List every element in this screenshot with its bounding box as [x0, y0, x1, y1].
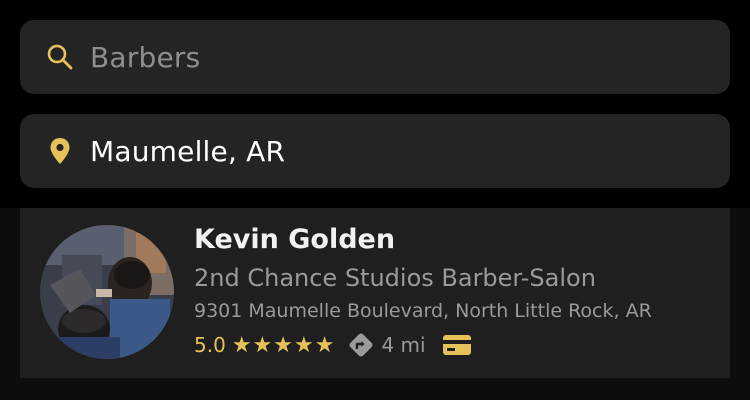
- distance-text: 4 mi: [381, 333, 426, 357]
- credit-card-icon: [442, 333, 472, 357]
- result-meta: 5.0 ★★★★★ 4 mi: [194, 330, 472, 360]
- search-icon: [46, 43, 74, 71]
- shop-address: 9301 Maumelle Boulevard, North Little Ro…: [194, 300, 652, 322]
- avatar: [40, 225, 174, 359]
- search-input[interactable]: Barbers: [90, 41, 200, 74]
- location-pin-icon: [49, 137, 71, 165]
- shop-name: 2nd Chance Studios Barber-Salon: [194, 264, 596, 292]
- location-field[interactable]: Maumelle, AR: [20, 114, 730, 188]
- location-input[interactable]: Maumelle, AR: [90, 135, 285, 168]
- rating-value: 5.0: [194, 333, 226, 357]
- barber-name[interactable]: Kevin Golden: [194, 224, 395, 255]
- result-card[interactable]: Kevin Golden 2nd Chance Studios Barber-S…: [20, 208, 730, 378]
- rating-stars: ★★★★★: [231, 332, 336, 358]
- search-field[interactable]: Barbers: [20, 20, 730, 94]
- directions-icon[interactable]: [347, 331, 375, 359]
